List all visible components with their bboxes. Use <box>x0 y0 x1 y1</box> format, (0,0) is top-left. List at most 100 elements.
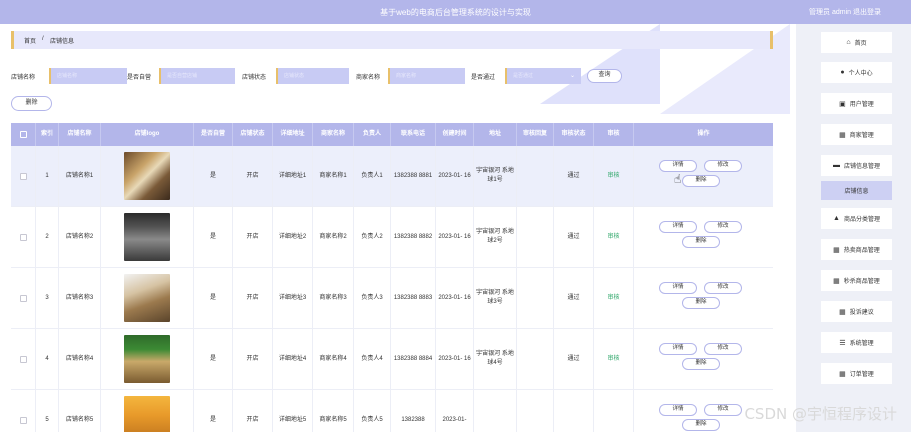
row-owner: 负责人5 <box>354 390 391 432</box>
breadcrumb-sep: / <box>42 36 44 42</box>
sidebar-item-10[interactable]: ▦ 投诉建议 <box>821 301 892 322</box>
row-address: 详细地址1 <box>273 146 313 206</box>
detail-button[interactable]: 详情 <box>659 343 697 355</box>
row-delete-button[interactable]: 删除 <box>682 419 720 431</box>
detail-button[interactable]: 详情 <box>659 160 697 172</box>
pass-select-placeholder: 是否通过 <box>513 73 534 79</box>
shop-logo-image <box>124 396 170 432</box>
table-row[interactable]: 4 店铺名称4 是开店 详细地址4 商家名称4 负责人4 1382388 8884 2023-… <box>11 329 773 390</box>
row-delete-button[interactable]: 删除 <box>682 358 720 370</box>
detail-button[interactable]: 详情 <box>659 221 697 233</box>
row-reply <box>517 146 554 206</box>
row-audit-link[interactable]: 审核 <box>594 207 634 267</box>
breadcrumb-home[interactable]: 首页 <box>24 36 36 45</box>
sidebar-item-1[interactable]: ⌂ 首页 <box>821 32 892 53</box>
edit-button[interactable]: 修改 <box>704 404 742 416</box>
user-info[interactable]: 管理员 admin 退出登录 <box>809 7 881 17</box>
sidebar-item-12[interactable]: ▦ 订单管理 <box>821 363 892 384</box>
row-delete-button[interactable]: 删除 <box>682 236 720 248</box>
sidebar-item-label: 个人中心 <box>848 71 873 77</box>
sidebar-item-8[interactable]: ▦ 热卖商品管理 <box>821 239 892 260</box>
select-all-checkbox[interactable] <box>19 131 27 138</box>
row-audit-link[interactable] <box>594 390 634 432</box>
row-location: 宇宙银河 系地球1号 <box>474 146 517 206</box>
row-actions: 详情 修改删除 <box>634 146 773 206</box>
col-header: 商家名称 <box>313 123 354 146</box>
sidebar-item-11[interactable]: ☰ 系统管理 <box>821 332 892 353</box>
grid-icon: ▦ <box>833 246 840 254</box>
delete-button[interactable]: 删除 <box>11 96 52 111</box>
row-audit-status: 通过 <box>554 207 594 267</box>
row-location: 宇宙银河 系地球4号 <box>474 329 517 389</box>
home-icon: ⌂ <box>846 39 851 46</box>
row-delete-button[interactable]: 删除 <box>682 175 720 187</box>
sidebar-item-6[interactable]: 店铺信息 <box>821 181 892 200</box>
table-row[interactable]: 2 店铺名称2 是开店 详细地址2 商家名称2 负责人2 1382388 8882 2023-… <box>11 207 773 268</box>
edit-button[interactable]: 修改 <box>704 221 742 233</box>
app-title: 基于web的电商后台管理系统的设计与实现 <box>380 8 531 17</box>
pass-select[interactable]: 是否通过 ⌄ <box>505 68 581 84</box>
col-header: 审核状态 <box>554 123 594 146</box>
row-shop-status: 开店 <box>233 268 273 328</box>
search-label-shop-name: 店铺名称 <box>11 75 36 81</box>
row-phone: 1382388 8881 <box>391 146 436 206</box>
grid-icon: ▦ <box>839 370 846 378</box>
table-header: 索引 店铺名称 店铺logo 是否自营 店铺状态 详细地址 商家名称 负责人 联… <box>11 123 773 146</box>
menu-icon: ☰ <box>839 339 846 347</box>
cell-select <box>11 268 36 328</box>
sidebar-item-label: 店铺信息 <box>844 189 869 195</box>
row-shop-status: 开店 <box>233 146 273 206</box>
row-phone: 1382388 <box>391 390 436 432</box>
sidebar-item-label: 首页 <box>854 41 867 47</box>
shop-status-input[interactable]: 店铺状态 <box>276 68 349 84</box>
row-location <box>474 390 517 432</box>
edit-button[interactable]: 修改 <box>704 160 742 172</box>
detail-button[interactable]: 详情 <box>659 282 697 294</box>
row-index: 3 <box>36 268 59 328</box>
sidebar-item-label: 店铺信息管理 <box>843 164 880 170</box>
shop-name-input[interactable]: 店铺名称 <box>49 68 127 84</box>
search-bar: 店铺名称 店铺名称 是否自营 是否自营店铺 店铺状态 店铺状态 商家名称 商家名… <box>11 68 631 84</box>
row-actions: 详情 修改删除 <box>634 207 773 267</box>
row-shop-status: 开店 <box>233 390 273 432</box>
detail-button[interactable]: 详情 <box>659 404 697 416</box>
merchant-name-input[interactable]: 商家名称 <box>388 68 465 84</box>
row-audit-link[interactable]: 审核 <box>594 146 634 206</box>
sidebar-item-label: 热卖商品管理 <box>843 248 880 254</box>
row-audit-link[interactable]: 审核 <box>594 329 634 389</box>
row-checkbox[interactable] <box>19 172 27 180</box>
row-audit-link[interactable]: 审核 <box>594 268 634 328</box>
row-self-operated: 是 <box>194 146 233 206</box>
row-checkbox[interactable] <box>19 416 27 424</box>
query-button[interactable]: 查询 <box>587 69 622 83</box>
chevron-down-icon: ⌄ <box>569 73 575 79</box>
sidebar-item-9[interactable]: ▦ 秒杀商品管理 <box>821 270 892 291</box>
col-header: 审核回复 <box>517 123 554 146</box>
self-operated-input[interactable]: 是否自营店铺 <box>159 68 235 84</box>
sidebar-item-4[interactable]: ▦ 商家管理 <box>821 124 892 145</box>
row-audit-status: 通过 <box>554 146 594 206</box>
row-delete-button[interactable]: 删除 <box>682 297 720 309</box>
row-checkbox[interactable] <box>19 233 27 241</box>
sidebar-item-3[interactable]: ▣ 用户管理 <box>821 93 892 114</box>
shop-logo-image <box>124 335 170 383</box>
row-created: 2023-01- 16 <box>436 146 474 206</box>
edit-button[interactable]: 修改 <box>704 343 742 355</box>
search-label-status: 店铺状态 <box>242 75 267 81</box>
row-shop-name: 店铺名称4 <box>59 329 101 389</box>
row-checkbox[interactable] <box>19 294 27 302</box>
table-row[interactable]: 5 店铺名称5 是开店 详细地址5 商家名称5 负责人5 1382388 2023-01- 详情… <box>11 390 773 432</box>
col-header: 创建时间 <box>436 123 474 146</box>
cell-select <box>11 207 36 267</box>
row-self-operated: 是 <box>194 268 233 328</box>
sidebar-item-7[interactable]: ▲ 商品分类管理 <box>821 208 892 229</box>
sidebar-item-2[interactable]: ● 个人中心 <box>821 62 892 83</box>
table-row[interactable]: 3 店铺名称3 是开店 详细地址3 商家名称3 负责人3 1382388 8883 2023-… <box>11 268 773 329</box>
cell-logo <box>101 146 194 206</box>
col-header: 店铺logo <box>101 123 194 146</box>
edit-button[interactable]: 修改 <box>704 282 742 294</box>
sidebar-item-5[interactable]: ▬ 店铺信息管理 <box>821 155 892 176</box>
row-owner: 负责人3 <box>354 268 391 328</box>
row-checkbox[interactable] <box>19 355 27 363</box>
table-row[interactable]: 1 店铺名称1 是开店 详细地址1 商家名称1 负责人1 1382388 8881 2023-… <box>11 146 773 207</box>
